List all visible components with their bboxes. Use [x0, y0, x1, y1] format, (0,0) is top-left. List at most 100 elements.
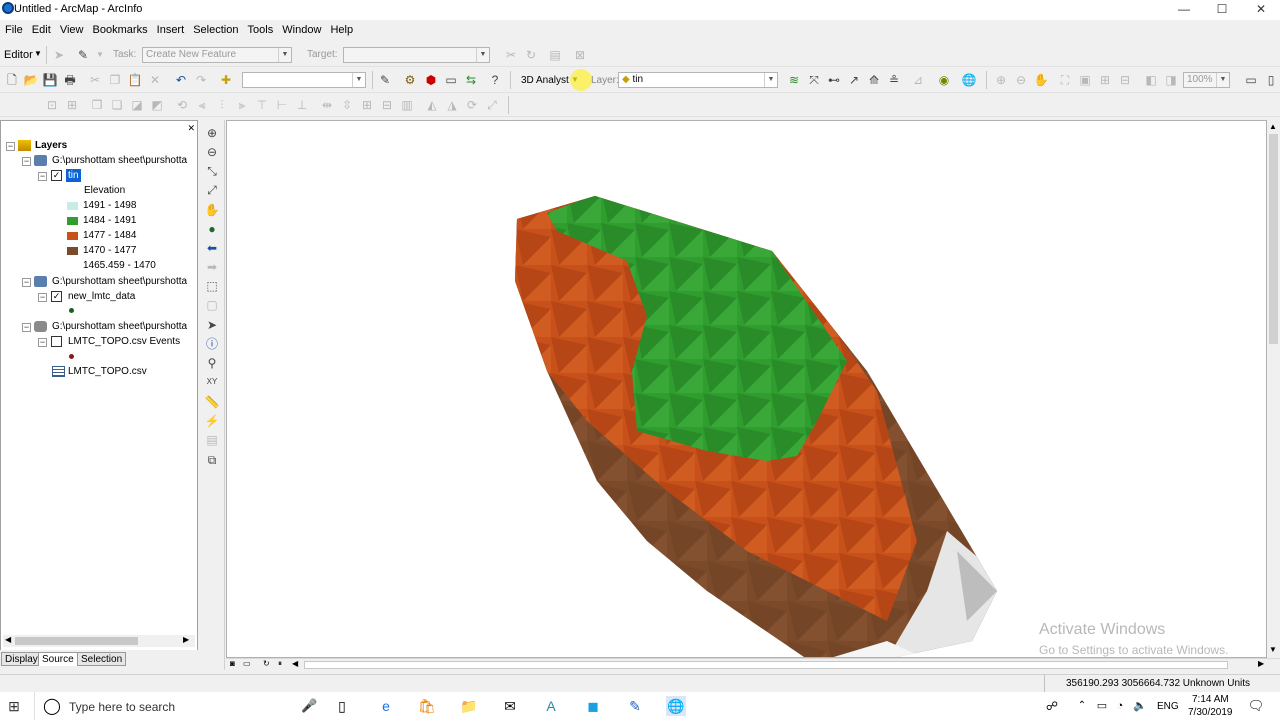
- menu-view[interactable]: View: [59, 20, 85, 41]
- flip-horizontal-icon[interactable]: ◭: [424, 97, 440, 113]
- collapse-icon[interactable]: −: [22, 323, 31, 332]
- map-vertical-scrollbar[interactable]: ▲ ▼: [1267, 120, 1280, 658]
- new-lmtc-data-checkbox[interactable]: ✓: [51, 291, 62, 302]
- delete-icon[interactable]: ✕: [147, 72, 163, 88]
- align-middle-icon[interactable]: ⊢: [274, 97, 290, 113]
- align-center-icon[interactable]: ⫶: [214, 97, 230, 113]
- new-lmtc-data-name[interactable]: new_lmtc_data: [68, 291, 135, 302]
- clock-date[interactable]: 7/30/2019: [1188, 707, 1233, 718]
- toc-horizontal-scrollbar[interactable]: ◀ ▶: [3, 635, 195, 647]
- tin-layer-checkbox[interactable]: ✓: [51, 170, 62, 181]
- collapse-icon[interactable]: −: [38, 172, 47, 181]
- tab-selection[interactable]: Selection: [77, 652, 127, 666]
- print-icon[interactable]: 🖶: [62, 72, 78, 88]
- target-combo[interactable]: ▼: [343, 47, 490, 63]
- collapse-icon[interactable]: −: [22, 157, 31, 166]
- toc-close-icon[interactable]: ✕: [187, 123, 195, 134]
- collapse-icon[interactable]: −: [38, 293, 47, 302]
- split-tool-icon[interactable]: ✂: [503, 47, 519, 63]
- scroll-left-icon[interactable]: ◀: [5, 635, 11, 644]
- align-bottom-icon[interactable]: ⊥: [294, 97, 310, 113]
- forward-arrow-icon[interactable]: ➡: [204, 259, 220, 275]
- file-explorer-icon[interactable]: 📁: [459, 696, 479, 716]
- group-icon[interactable]: ❒: [89, 97, 105, 113]
- group3-path[interactable]: G:\purshottam sheet\purshotta: [52, 321, 187, 332]
- fixed-zoom-out-icon[interactable]: ⊟: [1117, 72, 1133, 88]
- battery-icon[interactable]: ▭: [1092, 696, 1112, 716]
- scroll-thumb[interactable]: [1269, 134, 1278, 344]
- make-same-height-icon[interactable]: ▥: [399, 97, 415, 113]
- go-to-xy-icon[interactable]: XY: [204, 374, 220, 390]
- arcscene-icon[interactable]: ◉: [936, 72, 952, 88]
- command-line-icon[interactable]: ▭: [443, 72, 459, 88]
- layer-combo[interactable]: ◆ tin ▼: [618, 72, 778, 88]
- maximize-button[interactable]: ☐: [1202, 0, 1242, 20]
- profile-graph-icon[interactable]: ⊿: [910, 72, 926, 88]
- mail-icon[interactable]: ✉: [500, 696, 520, 716]
- attributes-icon[interactable]: ▤: [547, 47, 563, 63]
- menu-bookmarks[interactable]: Bookmarks: [92, 20, 149, 41]
- toolbox-red-icon[interactable]: ⬢: [423, 72, 439, 88]
- task-view-icon[interactable]: ▯: [332, 696, 352, 716]
- microphone-icon[interactable]: 🎤: [301, 698, 317, 714]
- measure-icon[interactable]: 📏: [204, 394, 220, 410]
- hyperlink-icon[interactable]: ⚡: [204, 413, 220, 429]
- scroll-up-icon[interactable]: ▲: [1269, 122, 1277, 131]
- scroll-left-icon[interactable]: ◀: [292, 659, 298, 668]
- menu-help[interactable]: Help: [329, 20, 354, 41]
- tab-source[interactable]: Source: [38, 652, 78, 666]
- align-tool-icon[interactable]: ⊡: [44, 97, 60, 113]
- arcglobe-icon[interactable]: 🌐: [961, 72, 977, 88]
- pause-drawing-icon[interactable]: ⏸: [278, 659, 282, 669]
- distribute-vertical-icon[interactable]: ⇳: [339, 97, 355, 113]
- send-back-icon[interactable]: ◩: [149, 97, 165, 113]
- sketch-properties-icon[interactable]: ⊠: [572, 47, 588, 63]
- flip-vertical-icon[interactable]: ◮: [444, 97, 460, 113]
- group2-path[interactable]: G:\purshottam sheet\purshotta: [52, 276, 187, 287]
- language-indicator[interactable]: ENG: [1157, 701, 1179, 712]
- make-same-size-icon[interactable]: ⊞: [359, 97, 375, 113]
- menu-tools[interactable]: Tools: [247, 20, 275, 41]
- taskbar-search-box[interactable]: ◯ Type here to search 🎤: [34, 692, 326, 720]
- align-top-icon[interactable]: ⊤: [254, 97, 270, 113]
- layout-zoom-out-icon[interactable]: ⊖: [1013, 72, 1029, 88]
- zoom-percent-combo[interactable]: 100% ▼: [1183, 72, 1230, 88]
- collapse-icon[interactable]: −: [6, 142, 15, 151]
- scroll-right-icon[interactable]: ▶: [183, 635, 189, 644]
- sketch-pencil-icon[interactable]: ✎: [75, 47, 91, 63]
- 3d-analyst-menu-button[interactable]: 3D Analyst: [521, 75, 569, 86]
- layout-zoom-in-icon[interactable]: ⊕: [993, 72, 1009, 88]
- time-slider-icon[interactable]: ⧉: [204, 452, 220, 468]
- bring-front-icon[interactable]: ◪: [129, 97, 145, 113]
- interpolate-polygon-icon[interactable]: ≗: [886, 72, 902, 88]
- sketch-dropdown-icon[interactable]: ▼: [92, 47, 108, 63]
- arcmap-taskbar-icon[interactable]: 🌐: [666, 696, 686, 716]
- copy-icon[interactable]: ❐: [107, 72, 123, 88]
- chevron-up-icon[interactable]: ⌃: [1072, 696, 1092, 716]
- new-document-icon[interactable]: 🗋: [4, 72, 20, 88]
- toggle-draft-icon[interactable]: ▭: [1243, 72, 1259, 88]
- lmtc-topo-events-checkbox[interactable]: [51, 336, 62, 347]
- pan-hand-icon[interactable]: ✋: [204, 202, 220, 218]
- fixed-zoom-out-icon[interactable]: ⤢: [204, 182, 220, 198]
- redo-icon[interactable]: ↷: [193, 72, 209, 88]
- select-features-icon[interactable]: ⬚: [204, 278, 220, 294]
- menu-edit[interactable]: Edit: [31, 20, 52, 41]
- network-icon[interactable]: ◔: [1110, 696, 1130, 716]
- ungroup-icon[interactable]: ❏: [109, 97, 125, 113]
- tab-display[interactable]: Display: [1, 652, 42, 666]
- scroll-down-icon[interactable]: ▼: [1269, 645, 1277, 654]
- notifications-icon[interactable]: 🗨: [1246, 696, 1266, 716]
- distribute-tool-icon[interactable]: ⊞: [64, 97, 80, 113]
- find-binoculars-icon[interactable]: ⚲: [204, 355, 220, 371]
- refresh-icon[interactable]: ↻: [263, 659, 270, 668]
- store-icon[interactable]: 🛍: [417, 696, 437, 716]
- full-extent-globe-icon[interactable]: ●: [204, 221, 220, 237]
- clear-selection-icon[interactable]: ▢: [204, 297, 220, 313]
- zoom-out-icon[interactable]: ⊖: [204, 144, 220, 160]
- rotate-right-icon[interactable]: ⟳: [464, 97, 480, 113]
- scroll-right-icon[interactable]: ▶: [1258, 659, 1264, 668]
- modelbuilder-icon[interactable]: ⇆: [463, 72, 479, 88]
- contour-icon[interactable]: ≋: [786, 72, 802, 88]
- whats-this-icon[interactable]: ?: [487, 72, 503, 88]
